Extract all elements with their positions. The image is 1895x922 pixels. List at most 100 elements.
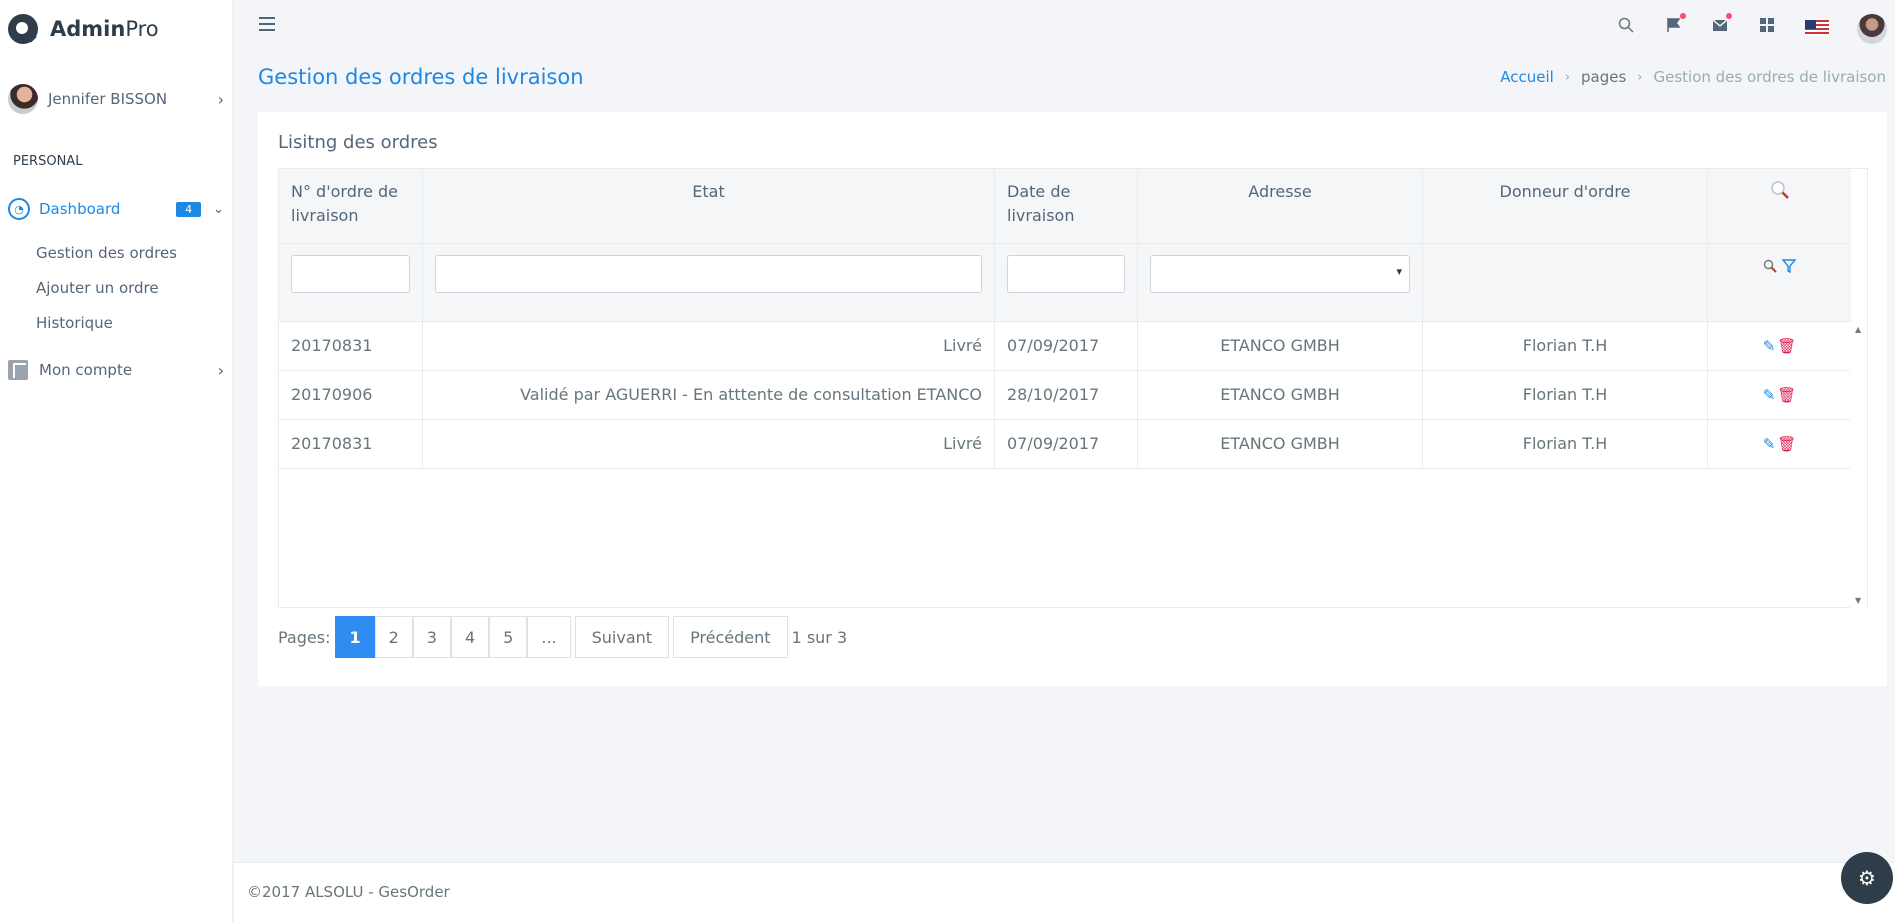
page-info: 1 sur 3 [791,627,848,647]
footer: ©2017 ALSOLU - GesOrder [234,862,1895,922]
mail-icon[interactable] [1711,13,1732,34]
chevron-right-icon: › [217,89,224,109]
filter-cell [1423,244,1708,322]
cell-etat: Validé par AGUERRI - En atttente de cons… [423,371,995,419]
menu-toggle-icon[interactable] [259,17,275,31]
filter-cell [995,244,1138,322]
gauge-icon: ◔ [8,198,30,220]
flag-icon[interactable] [1665,13,1686,34]
edit-icon[interactable]: ✎ [1763,386,1776,404]
chevron-right-icon: › [1564,69,1570,85]
cell-date: 28/10/2017 [995,371,1138,419]
search-icon[interactable] [1763,259,1777,277]
cell-donneur: Florian T.H [1423,371,1708,419]
prev-page-button[interactable]: Précédent [673,616,788,658]
column-header-actions [1708,169,1851,244]
cell-order-no: 20170906 [279,371,423,419]
grid-body: 20170831 Livré 07/09/2017 ETANCO GMBH Fl… [279,322,1851,469]
next-page-button[interactable]: Suivant [574,616,670,658]
cell-adresse: ETANCO GMBH [1138,420,1423,468]
cell-actions: ✎ 🗑 [1708,322,1851,370]
search-icon[interactable] [1770,181,1790,204]
column-header-date[interactable]: Date de livraison [995,169,1138,244]
cell-adresse: ETANCO GMBH [1138,371,1423,419]
pager-label: Pages: [278,627,331,647]
page-button-1[interactable]: 1 [335,616,375,658]
breadcrumb: Accueil › pages › Gestion des ordres de … [1500,68,1886,86]
breadcrumb-current: Gestion des ordres de livraison [1653,68,1886,86]
sidebar-item-account[interactable]: Mon compte › [8,360,224,380]
sidebar-item-gestion[interactable]: Gestion des ordres [36,244,177,262]
cell-date: 07/09/2017 [995,420,1138,468]
scroll-down-icon[interactable]: ▼ [1855,596,1861,605]
sidebar: AdminPro Jennifer BISSON › PERSONAL ◔ Da… [0,0,233,922]
gear-icon: ⚙ [1858,866,1876,890]
grid-icon[interactable] [1758,16,1776,34]
page-button-ellipsis[interactable]: ... [527,616,571,658]
filter-order-no-input[interactable] [291,255,410,293]
avatar [8,84,38,114]
orders-grid: N° d'ordre de livraison Etat Date de liv… [278,168,1868,608]
cell-etat: Livré [423,420,995,468]
scroll-up-icon[interactable]: ▲ [1855,325,1861,334]
cell-donneur: Florian T.H [1423,420,1708,468]
edit-icon[interactable]: ✎ [1763,337,1776,355]
cell-order-no: 20170831 [279,420,423,468]
filter-cell [279,244,423,322]
grid-header: N° d'ordre de livraison Etat Date de liv… [279,169,1851,244]
cell-donneur: Florian T.H [1423,322,1708,370]
cell-order-no: 20170831 [279,322,423,370]
trash-icon[interactable]: 🗑 [1777,386,1796,404]
column-header-donneur[interactable]: Donneur d'ordre [1423,169,1708,244]
book-icon [8,360,28,380]
avatar[interactable] [1857,14,1887,44]
filter-date-input[interactable] [1007,255,1125,293]
table-row[interactable]: 20170906 Validé par AGUERRI - En atttent… [279,371,1851,420]
vertical-scrollbar[interactable]: ▲ ▼ [1850,322,1867,608]
us-flag-icon[interactable] [1805,20,1829,36]
page-title: Gestion des ordres de livraison [258,65,584,89]
column-header-order-no[interactable]: N° d'ordre de livraison [279,169,423,244]
page-button-3[interactable]: 3 [412,616,451,658]
notification-dot [1726,13,1732,19]
filter-etat-input[interactable] [435,255,982,293]
sidebar-item-label: Mon compte [39,361,133,379]
sidebar-item-label: Dashboard [39,200,121,218]
breadcrumb-home[interactable]: Accueil [1500,68,1554,86]
table-row[interactable]: 20170831 Livré 07/09/2017 ETANCO GMBH Fl… [279,420,1851,469]
footer-text: ©2017 ALSOLU - GesOrder [247,883,450,901]
page-button-2[interactable]: 2 [374,616,413,658]
filter-cell [1138,244,1423,322]
page-button-4[interactable]: 4 [450,616,490,658]
cell-date: 07/09/2017 [995,322,1138,370]
sidebar-item-historique[interactable]: Historique [36,314,113,332]
cell-etat: Livré [423,322,995,370]
card-title: Lisitng des ordres [278,132,438,153]
filter-cell [423,244,995,322]
cell-adresse: ETANCO GMBH [1138,322,1423,370]
settings-button[interactable]: ⚙ [1841,852,1893,904]
edit-icon[interactable]: ✎ [1763,435,1776,453]
sidebar-item-ajouter[interactable]: Ajouter un ordre [36,279,159,297]
cell-actions: ✎ 🗑 [1708,371,1851,419]
table-row[interactable]: 20170831 Livré 07/09/2017 ETANCO GMBH Fl… [279,322,1851,371]
logo-icon [8,14,38,44]
chevron-down-icon: ⌄ [213,201,224,217]
trash-icon[interactable]: 🗑 [1777,435,1796,453]
chevron-right-icon: › [217,360,224,380]
trash-icon[interactable]: 🗑 [1777,337,1796,355]
page-button-5[interactable]: 5 [489,616,528,658]
filter-icon[interactable] [1781,259,1797,277]
column-header-etat[interactable]: Etat [423,169,995,244]
user-profile[interactable]: Jennifer BISSON › [8,84,224,114]
search-icon[interactable] [1617,16,1635,34]
logo[interactable]: AdminPro [8,14,159,44]
breadcrumb-pages[interactable]: pages [1581,68,1626,86]
cell-actions: ✎ 🗑 [1708,420,1851,468]
notification-dot [1680,13,1686,19]
column-header-adresse[interactable]: Adresse [1138,169,1423,244]
section-label: PERSONAL [13,154,83,169]
filter-adresse-select[interactable] [1150,255,1410,293]
brand-name: AdminPro [50,17,159,41]
sidebar-item-dashboard[interactable]: ◔ Dashboard 4 ⌄ [8,198,224,220]
